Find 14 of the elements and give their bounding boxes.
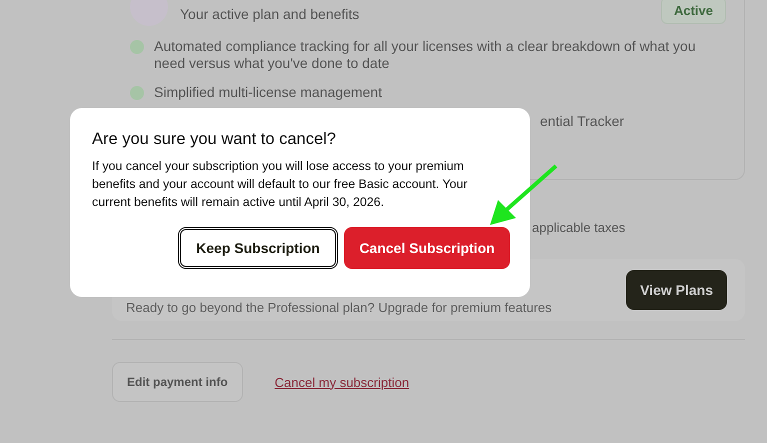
feature-text: ential Tracker [540, 113, 626, 129]
edit-payment-button[interactable]: Edit payment info [112, 362, 243, 402]
plan-subtitle: Your active plan and benefits [180, 6, 360, 22]
feature-text: Simplified multi-license management [154, 84, 383, 101]
dialog-message: If you cancel your subscription you will lose access to your premium benefits and your account will default to our free Basic account. Your current benefits will remain active until April 30, 2026. [92, 158, 468, 211]
price-note: applicable taxes [532, 220, 626, 235]
feature-text: Automated compliance tracking for all your licenses with a clear breakdown of what you need versus what you've done to date [154, 38, 697, 72]
active-badge: Active [660, 0, 726, 24]
dialog-title: Are you sure you want to cancel? [92, 130, 337, 149]
cancel-subscription-button[interactable]: Cancel Subscription [344, 227, 510, 269]
cancel-subscription-link[interactable]: Cancel my subscription [274, 374, 410, 390]
view-plans-button[interactable]: View Plans [626, 270, 727, 310]
keep-subscription-button[interactable]: Keep Subscription [178, 227, 338, 269]
upgrade-text: Ready to go beyond the Professional plan? Upgrade for premium features [126, 300, 552, 314]
